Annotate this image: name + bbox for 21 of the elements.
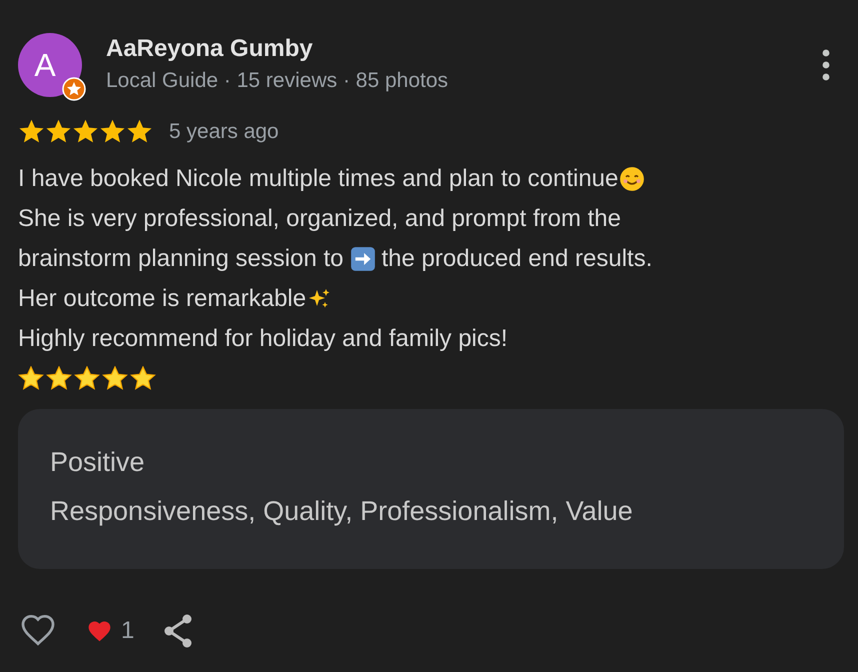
smiling-face-icon [619,166,646,192]
review-text: Highly recommend for holiday and family pics! [18,325,508,353]
review-text: She is very professional, organized, and prompt from the [18,205,621,233]
reviewer-stats: Local Guide · 15 reviews · 85 photos [106,69,448,93]
summary-heading: Positive [50,447,146,478]
review-text: the produced end results. [382,245,652,273]
review-text: I have booked Nicole multiple times and plan to continue [18,165,618,193]
review-text: brainstorm planning session to [18,245,344,273]
review-date: 5 years ago [169,120,279,144]
star-icon [99,118,126,145]
star-icon [18,118,45,145]
star-icon [45,118,72,145]
summary-text: Responsiveness, Quality, Professionalism, Value [50,496,634,527]
reaction-count: 1 [121,617,134,645]
review-text: Her outcome is remarkable [18,285,306,313]
reviewer-name[interactable]: AaReyona Gumby [106,35,448,63]
share-icon[interactable] [162,614,194,648]
star-icon [126,118,153,145]
avatar-initial: A [34,46,56,84]
star-icon [72,118,99,145]
more-options-icon[interactable] [821,49,831,81]
